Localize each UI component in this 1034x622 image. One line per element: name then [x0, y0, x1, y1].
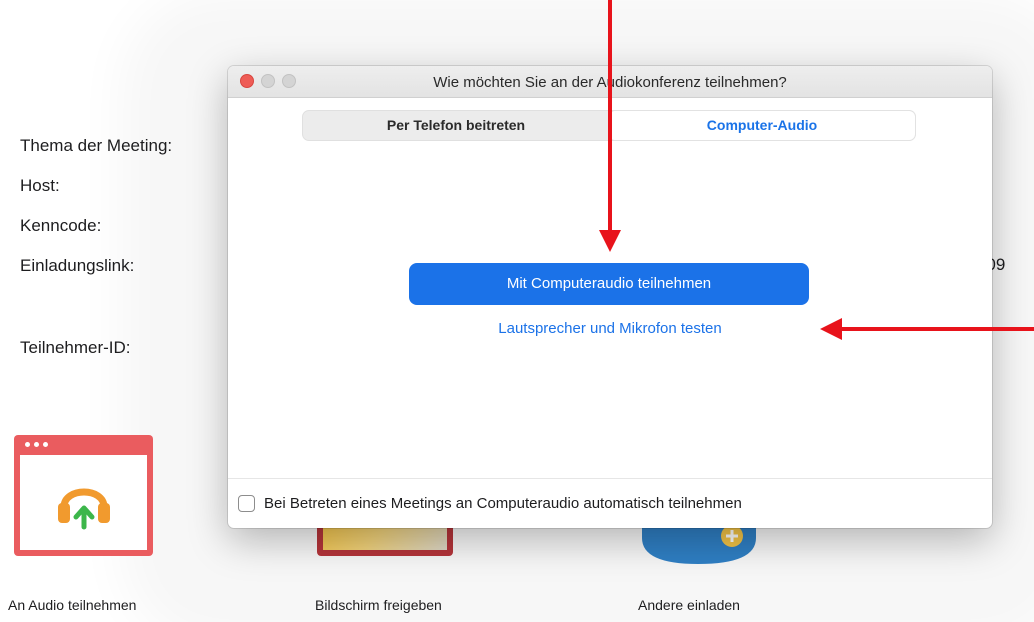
join-audio-button[interactable]: [14, 435, 153, 556]
host-label: Host:: [20, 176, 60, 195]
tab-phone[interactable]: Per Telefon beitreten: [303, 111, 609, 140]
meeting-topic-label: Thema der Meeting:: [20, 136, 173, 155]
dialog-title: Wie möchten Sie an der Audiokonferenz te…: [433, 74, 787, 91]
join-audio-label: An Audio teilnehmen: [8, 597, 137, 613]
dialog-footer: Bei Betreten eines Meetings an Computera…: [228, 478, 992, 528]
headphones-icon: [58, 488, 110, 530]
invite-others-label: Andere einladen: [638, 597, 740, 613]
join-computer-audio-button[interactable]: Mit Computeraudio teilnehmen: [409, 263, 809, 305]
participant-id-label: Teilnehmer-ID:: [20, 338, 131, 357]
tab-computer-audio[interactable]: Computer-Audio: [609, 111, 915, 140]
invite-others-button[interactable]: [640, 526, 758, 566]
passcode-label: Kenncode:: [20, 216, 102, 235]
audio-mode-tabs: Per Telefon beitreten Computer-Audio: [302, 110, 916, 141]
auto-join-label: Bei Betreten eines Meetings an Computera…: [264, 495, 742, 512]
test-speaker-microphone-link[interactable]: Lautsprecher und Mikrofon testen: [228, 320, 992, 337]
dialog-titlebar: Wie möchten Sie an der Audiokonferenz te…: [228, 66, 992, 98]
window-dots-icon: [25, 442, 48, 447]
audio-join-dialog: Wie möchten Sie an der Audiokonferenz te…: [228, 66, 992, 528]
auto-join-checkbox[interactable]: [238, 495, 255, 512]
share-screen-label: Bildschirm freigeben: [315, 597, 442, 613]
invite-link-label: Einladungslink:: [20, 256, 135, 275]
